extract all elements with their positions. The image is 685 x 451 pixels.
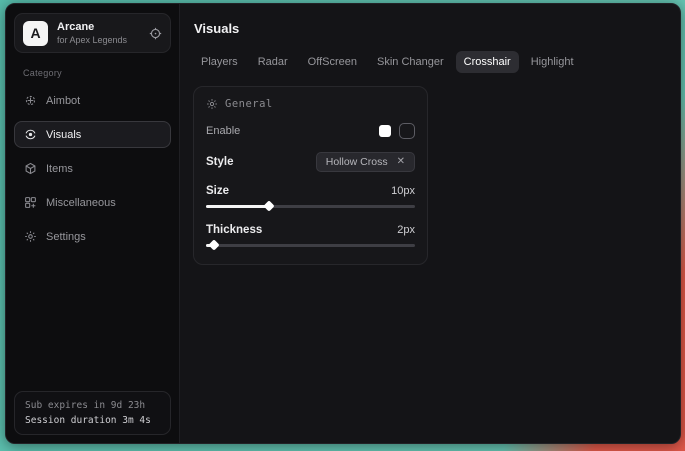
app-title: Arcane <box>57 21 140 34</box>
general-settings-icon <box>206 98 218 110</box>
sidebar-item-visuals[interactable]: Visuals <box>14 121 171 148</box>
thickness-slider[interactable] <box>206 240 415 250</box>
tab-radar[interactable]: Radar <box>250 51 296 73</box>
style-select-chip[interactable]: Hollow Cross ✕ <box>316 152 415 172</box>
tab-players[interactable]: Players <box>193 51 246 73</box>
style-row: Style Hollow Cross ✕ <box>206 152 415 172</box>
close-icon[interactable]: ✕ <box>397 157 405 167</box>
sidebar-item-label: Items <box>46 163 73 175</box>
eye-scan-icon <box>24 128 37 141</box>
sidebar-item-label: Miscellaneous <box>46 197 116 209</box>
slider-thumb[interactable] <box>209 239 220 250</box>
tab-skin-changer[interactable]: Skin Changer <box>369 51 452 73</box>
page-title: Visuals <box>194 21 666 36</box>
slider-fill <box>206 205 269 208</box>
size-label: Size <box>206 185 229 197</box>
app-subtitle: for Apex Legends <box>57 35 140 45</box>
sidebar-item-label: Settings <box>46 231 86 243</box>
thickness-group: Thickness 2px <box>206 224 415 250</box>
brand-text: Arcane for Apex Legends <box>57 21 140 46</box>
target-icon[interactable] <box>149 27 162 40</box>
app-window: A Arcane for Apex Legends Category Aimbo… <box>5 3 681 444</box>
color-swatch[interactable] <box>379 125 391 137</box>
sidebar-item-settings[interactable]: Settings <box>14 223 171 250</box>
gear-icon <box>24 230 37 243</box>
tab-crosshair[interactable]: Crosshair <box>456 51 519 73</box>
tab-bar: Players Radar OffScreen Skin Changer Cro… <box>193 51 666 73</box>
style-value: Hollow Cross <box>326 156 388 168</box>
enable-label: Enable <box>206 125 240 137</box>
sidebar-item-items[interactable]: Items <box>14 155 171 182</box>
sidebar-item-label: Visuals <box>46 129 81 141</box>
thickness-value: 2px <box>397 224 415 236</box>
enable-row: Enable <box>206 123 415 139</box>
enable-controls <box>379 123 415 139</box>
tab-highlight[interactable]: Highlight <box>523 51 582 73</box>
grid-icon <box>24 196 37 209</box>
size-value: 10px <box>391 185 415 197</box>
sub-expires-text: Sub expires in 9d 23h <box>25 400 160 411</box>
app-logo: A <box>23 21 48 46</box>
general-panel: General Enable Style Hollow Cross ✕ Size <box>193 86 428 265</box>
tab-offscreen[interactable]: OffScreen <box>300 51 365 73</box>
panel-header: General <box>206 98 415 110</box>
slider-thumb[interactable] <box>263 200 274 211</box>
sidebar-item-label: Aimbot <box>46 95 80 107</box>
sidebar-item-aimbot[interactable]: Aimbot <box>14 87 171 114</box>
sidebar: A Arcane for Apex Legends Category Aimbo… <box>6 4 180 443</box>
subscription-info-box: Sub expires in 9d 23h Session duration 3… <box>14 391 171 435</box>
category-label: Category <box>23 68 171 78</box>
size-slider[interactable] <box>206 201 415 211</box>
box-icon <box>24 162 37 175</box>
thickness-label: Thickness <box>206 224 262 236</box>
main-content: Visuals Players Radar OffScreen Skin Cha… <box>180 4 680 443</box>
enable-checkbox[interactable] <box>399 123 415 139</box>
session-duration-text: Session duration 3m 4s <box>25 415 160 426</box>
panel-title: General <box>225 98 273 110</box>
style-label: Style <box>206 156 234 168</box>
brand-card: A Arcane for Apex Legends <box>14 13 171 53</box>
size-group: Size 10px <box>206 185 415 211</box>
crosshair-icon <box>24 94 37 107</box>
slider-track <box>206 244 415 247</box>
sidebar-item-miscellaneous[interactable]: Miscellaneous <box>14 189 171 216</box>
